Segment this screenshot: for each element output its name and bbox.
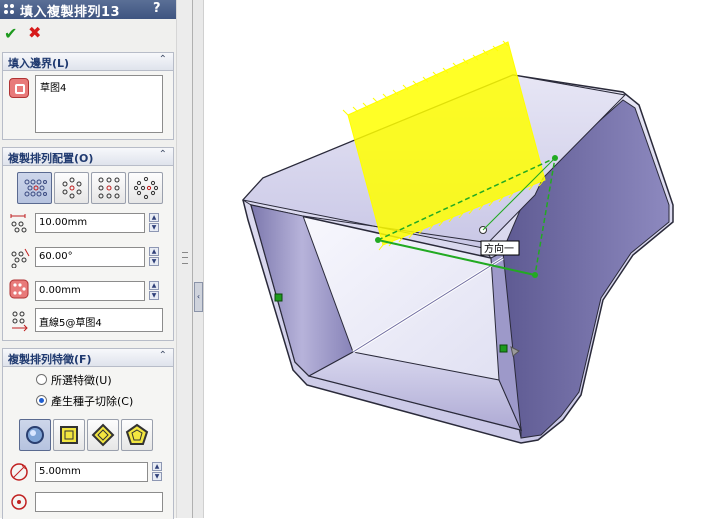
spin-up-icon[interactable]: ▲ xyxy=(149,281,159,290)
square-shape-icon xyxy=(60,426,78,444)
polygon-shape-icon xyxy=(125,423,149,445)
direction-callout-label: 方向一 xyxy=(484,242,514,255)
pattern-layout-header[interactable]: 複製排列配置(O) ⌃ xyxy=(3,148,173,166)
stagger-angle-spinner[interactable]: ▲ ▼ xyxy=(149,247,159,267)
boundary-selection-list[interactable]: 草图4 xyxy=(35,75,163,133)
pattern-direction-field[interactable]: 直線5@草图4 xyxy=(35,308,163,332)
vertex-point-icon xyxy=(11,494,27,510)
diamond-shape-button[interactable] xyxy=(87,419,119,451)
fill-boundary-section: 填入邊界(L) ⌃ 草图4 xyxy=(2,52,174,140)
selected-features-radio[interactable] xyxy=(36,374,47,385)
fill-boundary-header[interactable]: 填入邊界(L) ⌃ xyxy=(3,53,173,71)
instance-spacing-value: 10.00mm xyxy=(39,217,88,228)
diameter-icon xyxy=(10,463,28,481)
perforation-layout-button[interactable] xyxy=(17,172,52,204)
cancel-button[interactable]: ✖ xyxy=(28,23,41,42)
seed-cut-radio[interactable] xyxy=(36,395,47,406)
pattern-direction-value: 直線5@草图4 xyxy=(39,318,102,329)
instance-spacing-icon xyxy=(10,214,27,233)
spin-down-icon[interactable]: ▼ xyxy=(149,291,159,300)
square-layout-icon xyxy=(98,177,120,199)
stagger-angle-field[interactable]: 60.00° xyxy=(35,247,145,267)
diameter-spinner[interactable]: ▲ ▼ xyxy=(152,462,162,482)
spin-up-icon[interactable]: ▲ xyxy=(149,247,159,256)
square-shape-button[interactable] xyxy=(53,419,85,451)
boundary-selection-icon xyxy=(9,78,29,98)
margin-icon xyxy=(9,279,29,299)
collapse-icon[interactable]: ⌃ xyxy=(159,149,167,160)
spin-down-icon[interactable]: ▼ xyxy=(149,223,159,232)
diamond-shape-icon xyxy=(91,423,115,447)
collapse-panel-arrow-icon[interactable]: ‹ xyxy=(194,282,203,312)
selected-features-label[interactable]: 所選特徵(U) xyxy=(51,372,112,388)
margin-value: 0.00mm xyxy=(39,285,81,296)
diameter-value: 5.00mm xyxy=(39,466,81,477)
instance-spacing-field[interactable]: 10.00mm xyxy=(35,213,145,233)
fill-boundary-title: 填入邊界(L) xyxy=(8,57,70,70)
margin-field[interactable]: 0.00mm xyxy=(35,281,145,301)
stagger-angle-icon xyxy=(11,248,30,268)
polygon-layout-button[interactable] xyxy=(128,172,163,204)
collapse-icon[interactable]: ⌃ xyxy=(159,350,167,361)
spin-down-icon[interactable]: ▼ xyxy=(149,257,159,266)
pattern-direction-icon xyxy=(12,311,28,332)
help-button[interactable]: ? xyxy=(153,1,161,16)
pattern-layout-section: 複製排列配置(O) ⌃ 10.00mm ▲ ▼ 60.00° ▲ ▼ 0.00m… xyxy=(2,147,174,341)
stagger-angle-value: 60.00° xyxy=(39,251,73,262)
panel-title-bar: 填入複製排列13 ? xyxy=(0,0,176,20)
diameter-field[interactable]: 5.00mm xyxy=(35,462,148,482)
handle-point-left[interactable] xyxy=(274,293,283,302)
margin-spinner[interactable]: ▲ ▼ xyxy=(149,281,159,301)
panel-scrollbar[interactable] xyxy=(176,0,193,518)
collapse-icon[interactable]: ⌃ xyxy=(159,54,167,65)
property-manager-panel: 填入複製排列13 ? ✔ ✖ 填入邊界(L) ⌃ 草图4 複製排列配置(O) ⌃ xyxy=(0,0,177,519)
circular-layout-icon xyxy=(62,177,82,199)
pattern-layout-title: 複製排列配置(O) xyxy=(8,152,94,165)
polygon-shape-button[interactable] xyxy=(121,419,153,451)
vertex-selection-field[interactable] xyxy=(35,492,163,512)
boundary-selection-item[interactable]: 草图4 xyxy=(40,79,66,94)
seed-cut-label[interactable]: 產生種子切除(C) xyxy=(51,393,133,409)
handle-point-right[interactable] xyxy=(499,344,508,353)
circle-shape-icon xyxy=(26,426,44,444)
polygon-layout-icon xyxy=(134,177,158,199)
spin-up-icon[interactable]: ▲ xyxy=(149,213,159,222)
features-to-pattern-section: 複製排列特徵(F) ⌃ 所選特徵(U) 產生種子切除(C) 5.00mm ▲ ▼ xyxy=(2,348,174,519)
spin-up-icon[interactable]: ▲ xyxy=(152,462,162,471)
instance-spacing-spinner[interactable]: ▲ ▼ xyxy=(149,213,159,233)
spin-down-icon[interactable]: ▼ xyxy=(152,472,162,481)
ok-cancel-row: ✔ ✖ xyxy=(0,22,176,44)
perforation-layout-icon xyxy=(24,179,47,197)
fill-pattern-icon xyxy=(4,4,14,14)
ok-button[interactable]: ✔ xyxy=(4,24,17,43)
square-layout-button[interactable] xyxy=(91,172,126,204)
scrollbar-grip[interactable] xyxy=(182,252,188,264)
features-to-pattern-header[interactable]: 複製排列特徵(F) ⌃ xyxy=(3,349,173,367)
features-to-pattern-title: 複製排列特徵(F) xyxy=(8,353,92,366)
graphics-viewport[interactable]: 方向一 xyxy=(203,0,709,518)
panel-title: 填入複製排列13 xyxy=(20,5,121,20)
direction-callout[interactable]: 方向一 xyxy=(480,240,520,256)
circle-shape-button[interactable] xyxy=(19,419,51,451)
circular-layout-button[interactable] xyxy=(54,172,89,204)
